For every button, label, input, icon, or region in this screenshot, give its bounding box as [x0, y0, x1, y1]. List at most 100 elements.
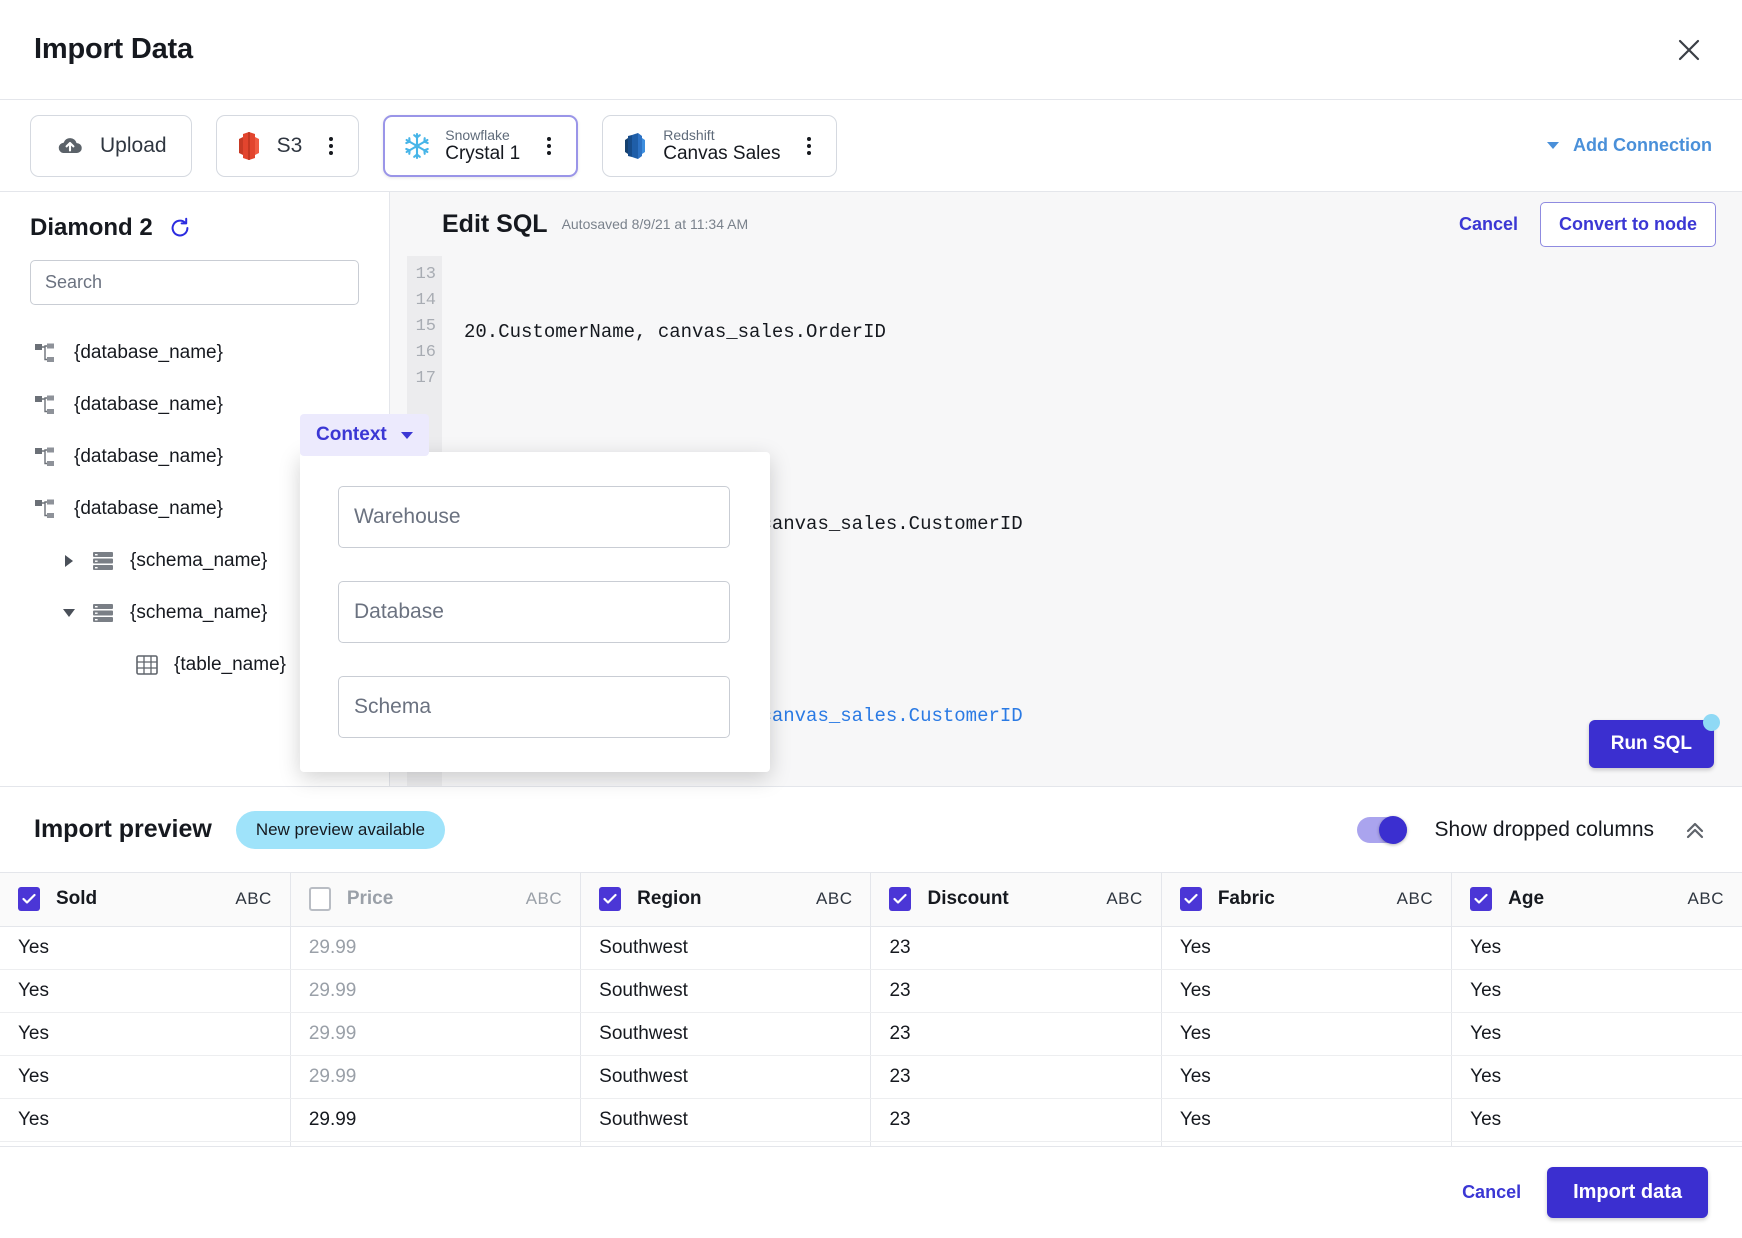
import-preview-header: Import preview New preview available Sho… — [0, 787, 1742, 872]
cell-sold: Yes — [0, 1055, 290, 1098]
cell-sold: Yes — [0, 1012, 290, 1055]
cell-sold: Yes — [0, 1098, 290, 1141]
cell-discount: 23 — [871, 926, 1161, 969]
chevron-double-up-icon[interactable] — [1682, 817, 1708, 843]
line-number: 16 — [407, 340, 436, 366]
cell-discount: 23 — [871, 1012, 1161, 1055]
table-row[interactable]: Yes 29.99 Southwest 23 Yes Yes — [0, 1012, 1742, 1055]
connection-card-snowflake[interactable]: Snowflake Crystal 1 — [383, 115, 578, 177]
import-preview-title: Import preview — [34, 815, 212, 844]
context-button-label: Context — [316, 424, 387, 446]
add-connection-button[interactable]: Add Connection — [1547, 135, 1712, 156]
cell-price: 29.99 — [290, 1012, 580, 1055]
upload-label: Upload — [100, 134, 167, 158]
close-icon[interactable] — [1670, 31, 1708, 69]
line-number: 15 — [407, 314, 436, 340]
cell-age: Yes — [1452, 1098, 1742, 1141]
cell-age: Yes — [1452, 969, 1742, 1012]
cell-age: Yes — [1452, 1055, 1742, 1098]
connection-card-s3[interactable]: S3 — [216, 115, 360, 177]
refresh-icon[interactable] — [169, 217, 191, 239]
column-type: ABC — [1688, 889, 1724, 909]
table-column-header-discount[interactable]: Discount ABC — [871, 873, 1161, 926]
database-input[interactable] — [338, 581, 730, 643]
connection-menu-icon-redshift[interactable] — [799, 137, 819, 155]
context-dropdown-button[interactable]: Context — [300, 414, 429, 456]
schema-icon — [88, 546, 118, 576]
connection-name-redshift: Canvas Sales — [663, 143, 780, 165]
connection-card-redshift[interactable]: Redshift Canvas Sales — [602, 115, 837, 177]
cell-region: Southwest — [581, 1055, 871, 1098]
table-column-header-fabric[interactable]: Fabric ABC — [1161, 873, 1451, 926]
table-column-header-age[interactable]: Age ABC — [1452, 873, 1742, 926]
tree-item-database[interactable]: {database_name} — [0, 327, 389, 379]
middle-section: Diamond 2 — [0, 192, 1742, 787]
upload-cloud-icon — [55, 131, 85, 161]
connection-menu-icon-snowflake[interactable] — [539, 137, 559, 155]
warehouse-input[interactable] — [338, 486, 730, 548]
cell-fabric: Yes — [1161, 1055, 1451, 1098]
column-checkbox-sold[interactable] — [18, 887, 40, 911]
cell-sold: Yes — [0, 969, 290, 1012]
column-checkbox-age[interactable] — [1470, 887, 1492, 911]
table-row[interactable]: Yes 29.99 Southwest 23 Yes Yes — [0, 926, 1742, 969]
add-connection-label: Add Connection — [1573, 135, 1712, 156]
import-data-dialog: Import Data Upload — [0, 0, 1742, 1238]
column-type: ABC — [526, 889, 562, 909]
footer-cancel-button[interactable]: Cancel — [1462, 1182, 1521, 1203]
search-input[interactable] — [30, 260, 359, 305]
database-tree-icon — [30, 442, 60, 472]
sql-cancel-button[interactable]: Cancel — [1459, 214, 1518, 235]
cell-fabric: Yes — [1161, 969, 1451, 1012]
table-column-header-sold[interactable]: Sold ABC — [0, 873, 290, 926]
table-column-header-price[interactable]: Price ABC — [290, 873, 580, 926]
cell-sold: Yes — [0, 926, 290, 969]
column-checkbox-price[interactable] — [309, 887, 331, 911]
tree-item-label: {schema_name} — [130, 602, 267, 624]
import-preview-table: Sold ABC Price ABC — [0, 873, 1742, 1146]
tree-item-label: {table_name} — [174, 654, 286, 676]
context-dropdown-panel — [300, 452, 770, 772]
connection-menu-icon-s3[interactable] — [321, 137, 341, 155]
import-data-button[interactable]: Import data — [1547, 1167, 1708, 1218]
twisty-collapsed-icon[interactable] — [62, 555, 76, 567]
dialog-titlebar: Import Data — [0, 0, 1742, 100]
column-label: Price — [347, 888, 393, 910]
column-type: ABC — [1106, 889, 1142, 909]
table-column-header-region[interactable]: Region ABC — [581, 873, 871, 926]
autosave-status: Autosaved 8/9/21 at 11:34 AM — [562, 216, 749, 232]
schema-icon — [88, 598, 118, 628]
import-preview-table-wrap: Sold ABC Price ABC — [0, 872, 1742, 1146]
upload-source-button[interactable]: Upload — [30, 115, 192, 177]
database-tree-icon — [30, 390, 60, 420]
cell-region: Southwest — [581, 1098, 871, 1141]
cell-price: 29.99 — [290, 1055, 580, 1098]
connection-bar: Upload S3 — [0, 100, 1742, 192]
convert-to-node-button[interactable]: Convert to node — [1540, 202, 1716, 247]
chevron-down-icon — [401, 432, 413, 439]
new-preview-badge[interactable]: New preview available — [236, 811, 445, 849]
show-dropped-columns-toggle[interactable] — [1357, 817, 1407, 843]
cell-region: Southwest — [581, 926, 871, 969]
column-checkbox-discount[interactable] — [889, 887, 911, 911]
page-title: Import Data — [34, 33, 193, 66]
tree-item-label: {database_name} — [74, 342, 223, 364]
column-checkbox-region[interactable] — [599, 887, 621, 911]
run-sql-button[interactable]: Run SQL — [1589, 720, 1714, 768]
cell-fabric: Yes — [1161, 926, 1451, 969]
table-row[interactable]: Yes 29.99 Southwest 23 Yes Yes — [0, 1098, 1742, 1141]
table-row[interactable]: Yes 29.99 Southwest 23 Yes Yes — [0, 969, 1742, 1012]
column-label: Fabric — [1218, 888, 1275, 910]
column-label: Age — [1508, 888, 1544, 910]
schema-input[interactable] — [338, 676, 730, 738]
table-row[interactable]: Yes 29.99 Southwest 23 Yes Yes — [0, 1055, 1742, 1098]
browser-title: Diamond 2 — [30, 214, 153, 242]
column-checkbox-fabric[interactable] — [1180, 887, 1202, 911]
search-wrap — [0, 242, 389, 305]
column-label: Sold — [56, 888, 97, 910]
connection-type-snowflake: Snowflake — [445, 127, 520, 143]
column-label: Discount — [927, 888, 1008, 910]
cell-price: 29.99 — [290, 926, 580, 969]
chevron-down-icon — [1547, 142, 1559, 149]
twisty-expanded-icon[interactable] — [62, 609, 76, 617]
